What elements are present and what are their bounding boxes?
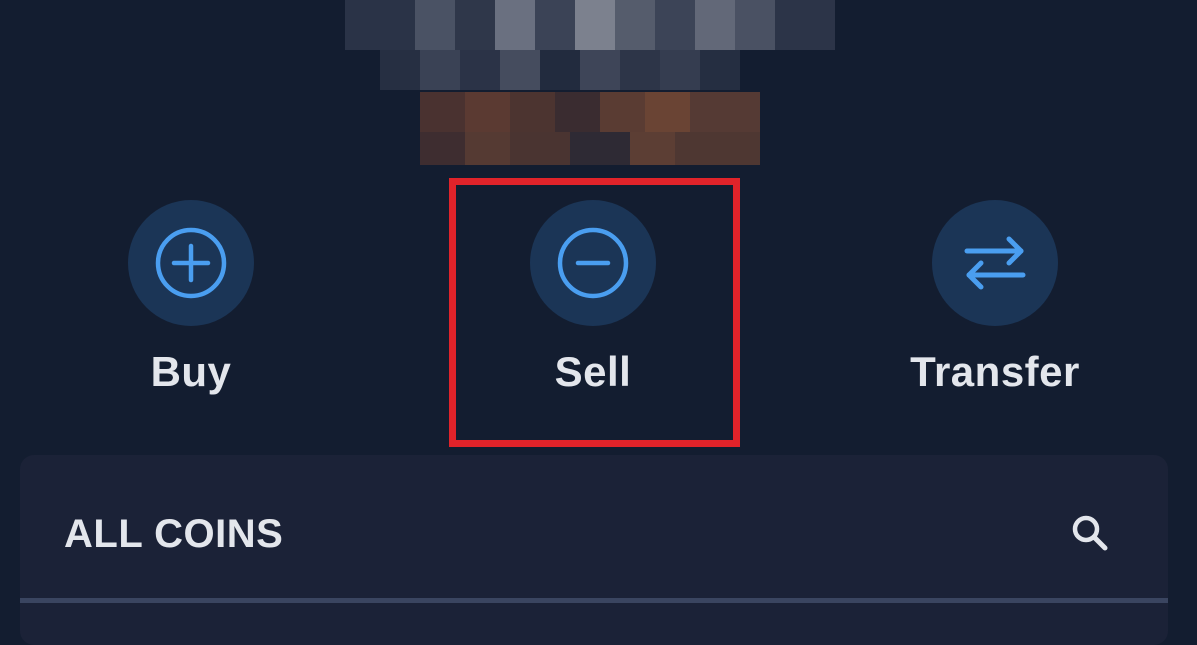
plus-circle-icon [155,227,227,299]
all-coins-title: ALL COINS [64,512,284,556]
search-icon [1072,515,1108,551]
buy-label: Buy [150,348,232,395]
pixelated-balance [340,0,840,175]
buy-icon-circle [128,200,254,326]
arrows-swap-icon [964,236,1026,290]
sell-highlight-box [449,178,740,447]
transfer-label: Transfer [910,348,1080,395]
search-button[interactable] [1068,511,1112,555]
transfer-button[interactable]: Transfer [905,200,1085,400]
all-coins-card: ALL COINS [20,455,1168,645]
pixelated-balance-image [345,0,835,165]
coins-divider [20,598,1168,603]
buy-button[interactable]: Buy [101,200,281,400]
transfer-icon-circle [932,200,1058,326]
